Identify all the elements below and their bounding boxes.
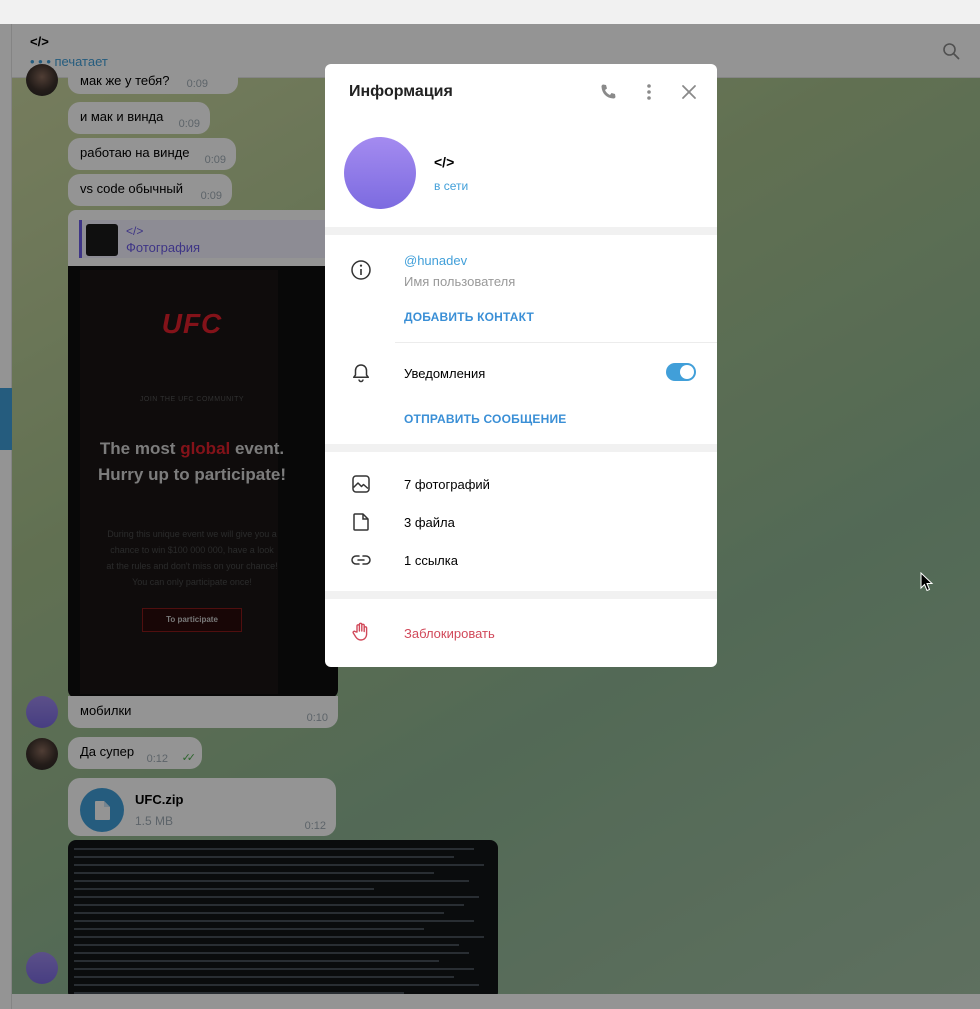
add-contact-button[interactable]: ДОБАВИТЬ КОНТАКТ [404,310,534,324]
section-divider [325,444,717,452]
online-status: в сети [434,179,469,193]
info-dialog: Информация </> в сети @hunadev Имя польз… [325,64,717,667]
section-divider [325,227,717,235]
send-message-button[interactable]: ОТПРАВИТЬ СООБЩЕНИЕ [404,412,566,426]
toggle-knob [680,365,694,379]
info-icon [351,260,371,280]
close-icon[interactable] [679,82,699,102]
section-divider [325,591,717,599]
username-value[interactable]: @hunadev [404,253,467,268]
photos-count[interactable]: 7 фотографий [404,477,490,492]
mouse-cursor-icon [920,572,934,592]
photo-icon [352,475,370,493]
links-count[interactable]: 1 ссылка [404,553,458,568]
window-top-strip [0,0,980,24]
files-count[interactable]: 3 файла [404,515,455,530]
link-icon [351,555,371,565]
block-button[interactable]: Заблокировать [404,626,495,641]
row-divider [395,342,717,343]
contact-avatar[interactable] [344,137,416,209]
dialog-title: Информация [349,83,453,100]
bell-icon [352,364,370,383]
notifications-label: Уведомления [404,366,486,381]
username-label: Имя пользователя [404,274,516,289]
phone-icon[interactable] [598,82,618,102]
contact-name: </> [434,154,455,170]
notifications-toggle[interactable] [666,363,696,381]
more-icon[interactable] [639,82,659,102]
file-icon [353,513,369,531]
hand-icon [352,622,368,641]
